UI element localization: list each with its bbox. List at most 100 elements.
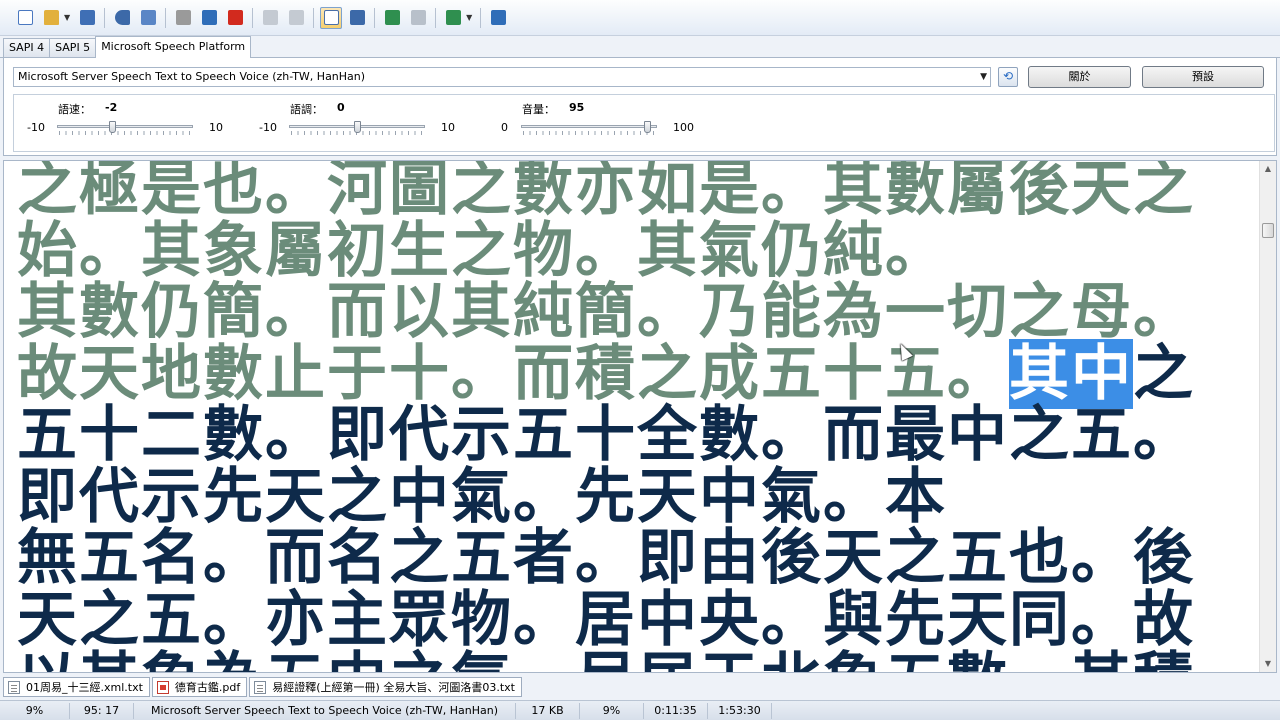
save-icon-glyph (79, 10, 95, 25)
pitch-slider[interactable] (289, 121, 425, 135)
chevron-down-icon[interactable]: ▼ (980, 68, 987, 86)
rate-max: 10 (209, 121, 223, 134)
refresh-voices-button[interactable]: ⟲ (998, 67, 1018, 87)
tools-icon-glyph (445, 10, 461, 25)
current-word-highlight: 其中 (1009, 338, 1133, 409)
tools-dropdown-icon[interactable]: ▼ (466, 13, 472, 22)
copy-icon-glyph (262, 10, 278, 25)
split-icon[interactable] (381, 7, 403, 29)
voice-settings-panel: Microsoft Server Speech Text to Speech V… (3, 58, 1277, 156)
slider-track (521, 125, 657, 128)
refresh-icon: ⟲ (1002, 69, 1014, 83)
toolbar-separator (165, 7, 167, 28)
toolbar-separator (313, 7, 315, 28)
copy-icon[interactable] (259, 7, 281, 29)
text-editor[interactable]: 之極是也。河圖之數亦如是。其數屬後天之 始。其象屬初生之物。其氣仍純。 其數仍簡… (3, 160, 1277, 673)
font-icon-glyph (349, 10, 365, 25)
file-tab-label: 易經證釋(上經第一冊) 全易大旨、河圖洛書03.txt (272, 681, 515, 694)
pause-icon-glyph (201, 10, 217, 25)
pitch-min: -10 (259, 121, 277, 134)
engine-tabs: SAPI 4 SAPI 5 Microsoft Speech Platform (0, 36, 1280, 58)
rate-value: -2 (105, 101, 118, 114)
volume-slider[interactable] (521, 121, 657, 135)
new-document-icon[interactable] (14, 7, 36, 29)
text-view-icon[interactable] (320, 6, 343, 29)
pause-icon[interactable] (198, 7, 220, 29)
rate-label: 語速： (58, 103, 91, 116)
slider-ticks (523, 131, 655, 135)
scrollbar-thumb[interactable] (1262, 223, 1274, 238)
play-icon[interactable] (172, 7, 194, 29)
toolbar-separator (252, 7, 254, 28)
tab-speech-platform[interactable]: Microsoft Speech Platform (95, 36, 252, 58)
speak-icon[interactable] (111, 7, 133, 29)
play-icon-glyph (175, 10, 191, 25)
file-tab[interactable]: 德育古鑑.pdf (151, 677, 248, 697)
new-document-icon-glyph (17, 10, 33, 25)
scroll-up-icon[interactable]: ▲ (1260, 161, 1276, 177)
pdf-file-icon (156, 680, 169, 694)
speak-icon-glyph (114, 10, 130, 25)
text-file-icon (8, 680, 20, 694)
status-bar: 9% 95: 17 Microsoft Server Speech Text t… (0, 700, 1280, 720)
file-tabs: 01周易_十三經.xml.txt 德育古鑑.pdf 易經證釋(上經第一冊) 全易… (0, 675, 1280, 699)
font-icon[interactable] (346, 7, 368, 29)
document-text[interactable]: 之極是也。河圖之數亦如是。其數屬後天之 始。其象屬初生之物。其氣仍純。 其數仍簡… (17, 161, 1257, 672)
status-percent: 9% (580, 702, 644, 719)
file-tab-label: 01周易_十三經.xml.txt (26, 681, 143, 694)
volume-label: 音量： (522, 103, 555, 116)
slider-thumb[interactable] (109, 121, 116, 133)
pitch-max: 10 (441, 121, 455, 134)
file-tab[interactable]: 易經證釋(上經第一冊) 全易大旨、河圖洛書03.txt (249, 677, 522, 697)
volume-value: 95 (569, 101, 585, 114)
toolbar-separator (104, 7, 106, 28)
status-progress: 9% (0, 702, 70, 719)
open-folder-icon-glyph (43, 10, 59, 25)
rate-min: -10 (27, 121, 45, 134)
paste-icon[interactable] (285, 7, 307, 29)
default-button[interactable]: 預設 (1142, 66, 1264, 88)
open-dropdown-icon[interactable]: ▼ (64, 13, 70, 22)
save-icon[interactable] (76, 7, 98, 29)
pitch-label: 語調： (290, 103, 323, 116)
toolbar-separator (374, 7, 376, 28)
text-view-icon-glyph (323, 10, 339, 25)
tab-sapi4[interactable]: SAPI 4 (3, 38, 51, 57)
vertical-scrollbar[interactable]: ▲ ▼ (1259, 161, 1276, 672)
toolbar-separator (435, 7, 437, 28)
speak-to-file-icon[interactable] (137, 7, 159, 29)
open-folder-icon[interactable] (40, 7, 62, 29)
split-icon-glyph (384, 10, 400, 25)
stop-icon-glyph (227, 10, 243, 25)
scroll-down-icon[interactable]: ▼ (1260, 656, 1276, 672)
voice-select[interactable]: Microsoft Server Speech Text to Speech V… (13, 67, 991, 87)
slider-thumb[interactable] (354, 121, 361, 133)
slider-ticks (59, 131, 191, 135)
file-tab[interactable]: 01周易_十三經.xml.txt (3, 677, 150, 697)
toolbar-separator (480, 7, 482, 28)
help-icon-glyph (490, 10, 506, 25)
status-voice: Microsoft Server Speech Text to Speech V… (134, 702, 516, 719)
join-icon[interactable] (407, 7, 429, 29)
status-size: 17 KB (516, 702, 580, 719)
help-icon[interactable] (487, 7, 509, 29)
volume-max: 100 (673, 121, 694, 134)
file-tab-label: 德育古鑑.pdf (174, 681, 241, 694)
toolbar: ▼ ▼ (0, 0, 1280, 36)
pitch-value: 0 (337, 101, 345, 114)
paste-icon-glyph (288, 10, 304, 25)
slider-track (57, 125, 193, 128)
text-file-icon (254, 680, 267, 694)
volume-min: 0 (501, 121, 508, 134)
status-position: 95: 17 (70, 702, 134, 719)
join-icon-glyph (410, 10, 426, 25)
slider-thumb[interactable] (644, 121, 651, 133)
tab-sapi5[interactable]: SAPI 5 (49, 38, 97, 57)
status-total: 1:53:30 (708, 702, 772, 719)
speak-to-file-icon-glyph (140, 10, 156, 25)
stop-icon[interactable] (224, 7, 246, 29)
tools-icon[interactable] (442, 7, 464, 29)
about-button[interactable]: 關於 (1028, 66, 1131, 88)
rate-slider[interactable] (57, 121, 193, 135)
voice-select-value: Microsoft Server Speech Text to Speech V… (18, 70, 366, 83)
